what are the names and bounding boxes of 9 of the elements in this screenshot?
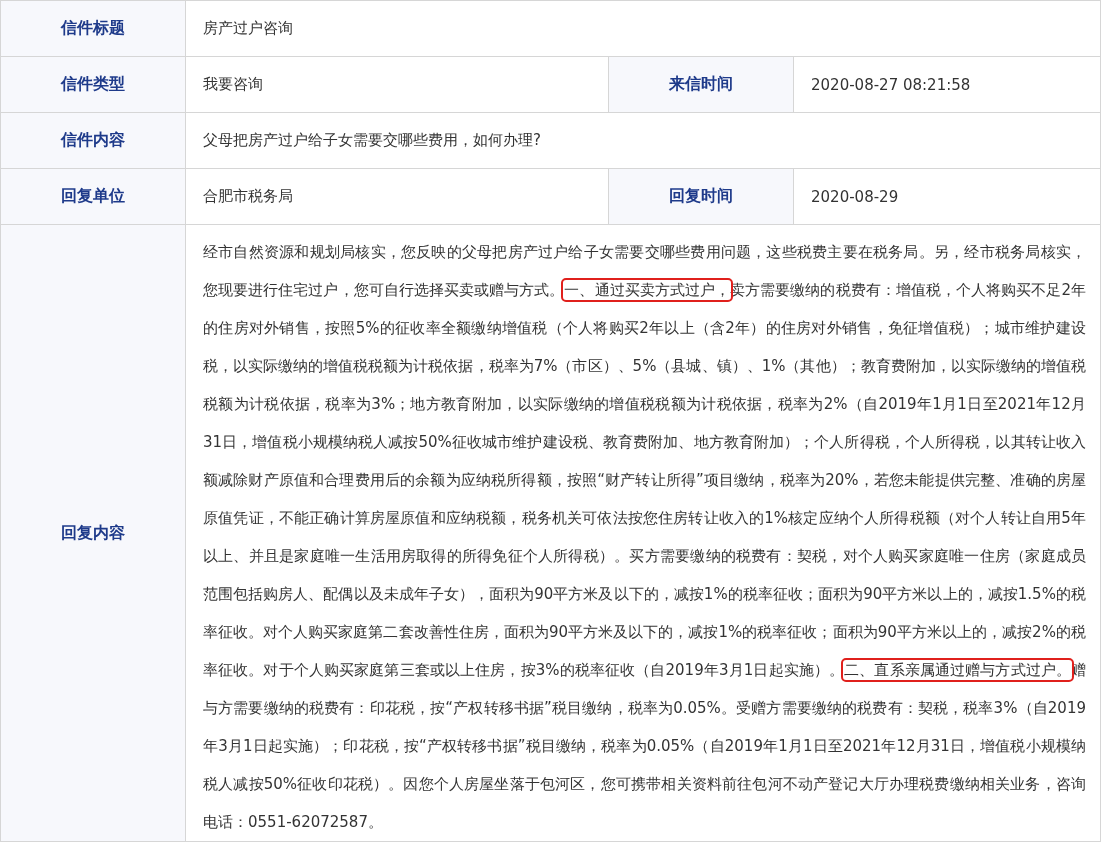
field-label: 回复单位 <box>1 169 186 225</box>
field-label: 回复内容 <box>1 225 186 842</box>
field-label: 回复时间 <box>609 169 794 225</box>
field-value: 2020-08-27 08:21:58 <box>794 57 1101 113</box>
field-value: 2020-08-29 <box>794 169 1101 225</box>
field-label: 信件类型 <box>1 57 186 113</box>
field-label: 信件内容 <box>1 113 186 169</box>
field-label: 信件标题 <box>1 1 186 57</box>
field-label: 来信时间 <box>609 57 794 113</box>
